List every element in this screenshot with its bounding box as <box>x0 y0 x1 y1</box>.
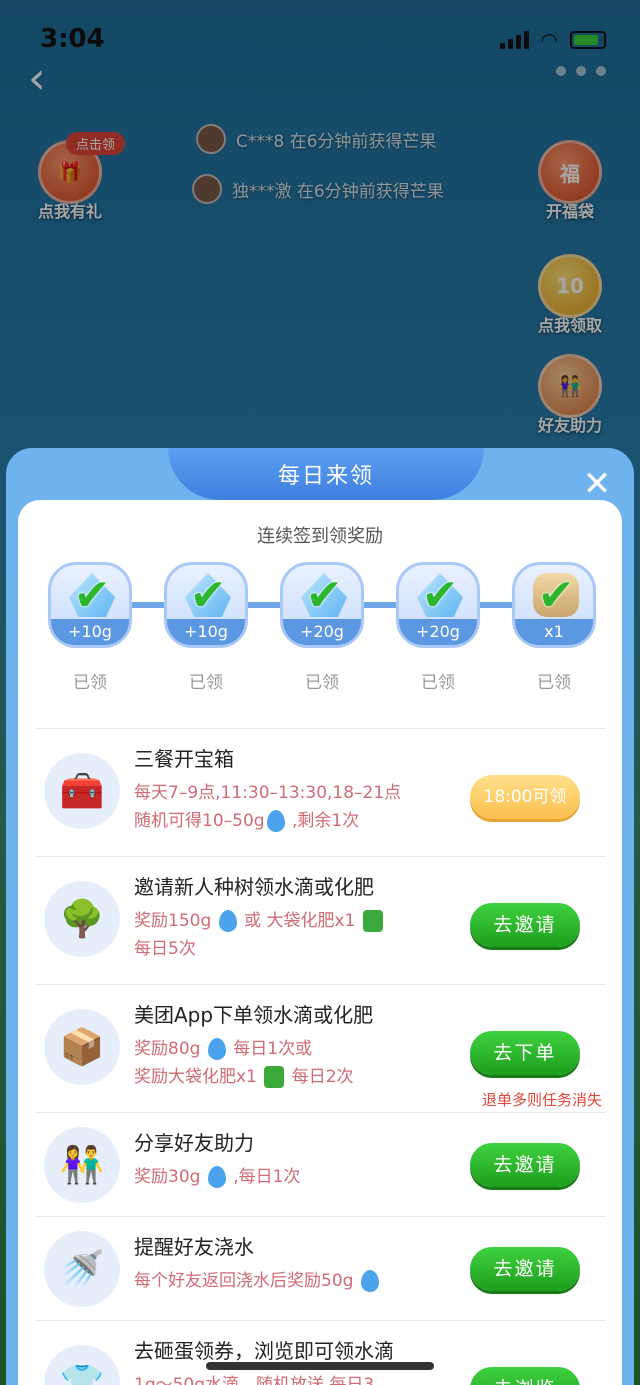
check-icon: ✔ <box>537 570 575 621</box>
task-title: 提醒好友浇水 <box>134 1235 254 1259</box>
home-indicator[interactable] <box>206 1362 434 1370</box>
task-desc-line: 奖励150g 或 大袋化肥x1 <box>134 907 454 935</box>
checkin-amount: +20g <box>399 619 477 645</box>
task-row: 👫 分享好友助力 奖励30g ,每日1次 去邀请 <box>36 1112 606 1216</box>
checkin-status: 已领 <box>537 673 571 693</box>
task-desc-text: 随机可得10–50g <box>134 811 265 831</box>
task-desc-line: 每日5次 <box>134 939 196 959</box>
task-title: 邀请新人种树领水滴或化肥 <box>134 875 374 899</box>
invite-button[interactable]: 去邀请 <box>470 1247 580 1291</box>
treasure-chest-icon: 🧰 <box>44 753 120 829</box>
close-icon[interactable]: ✕ <box>582 467 612 501</box>
task-desc: 奖励30g ,每日1次 <box>134 1163 454 1191</box>
water-drop-icon <box>218 910 237 932</box>
task-note: 退单多则任务消失 <box>481 1091 602 1109</box>
invite-button[interactable]: 去邀请 <box>470 1143 580 1187</box>
task-desc-text: 奖励30g <box>134 1167 201 1187</box>
task-desc-text: 奖励150g <box>134 911 212 931</box>
task-row: 🌳 邀请新人种树领水滴或化肥 奖励150g 或 大袋化肥x1 每日5次 去邀请 <box>36 856 606 984</box>
water-drop-icon <box>360 1270 379 1292</box>
checkin-amount: +10g <box>51 619 129 645</box>
water-drop-icon <box>207 1038 226 1060</box>
friends-icon: 👫 <box>44 1127 120 1203</box>
check-icon: ✔ <box>73 570 111 621</box>
task-desc-line: 每个好友返回浇水后奖励50g <box>134 1267 454 1295</box>
task-desc-text: ,剩余1次 <box>286 811 360 831</box>
checkin-day: ✔ x1 已领 <box>512 562 596 693</box>
water-drop-icon <box>266 810 285 832</box>
task-desc-line: 奖励80g 每日1次或 <box>134 1035 454 1063</box>
task-desc-text: 奖励80g <box>134 1039 201 1059</box>
task-desc: 奖励80g 每日1次或 奖励大袋化肥x1 每日2次 <box>134 1035 454 1091</box>
invite-button[interactable]: 去邀请 <box>470 903 580 947</box>
tree-icon: 🌳 <box>44 881 120 957</box>
checkin-day: ✔ +10g 已领 <box>48 562 132 693</box>
task-desc-line: 奖励大袋化肥x1 每日2次 <box>134 1063 454 1091</box>
task-desc-line: 每天7–9点,11:30–13:30,18–21点 <box>134 783 402 803</box>
task-desc-text: 每个好友返回浇水后奖励50g <box>134 1271 354 1291</box>
browse-button[interactable]: 去浏览 <box>470 1367 580 1385</box>
checkin-day: ✔ +20g 已领 <box>396 562 480 693</box>
task-desc-text: ,每日1次 <box>233 1167 301 1187</box>
checkin-amount: +10g <box>167 619 245 645</box>
water-drop-icon <box>207 1166 226 1188</box>
checkin-status: 已领 <box>421 673 455 693</box>
claim-at-time-button[interactable]: 18:00可领 <box>470 775 580 819</box>
task-desc-text: 每日2次 <box>291 1067 354 1087</box>
daily-rewards-sheet: 每日来领 ✕ 连续签到领奖励 ✔ +10g 已领 ✔ +10g 已领 ✔ +20… <box>6 448 634 1385</box>
sheet-title: 每日来领 <box>277 464 374 489</box>
checkin-day-box: ✔ +10g <box>48 562 132 648</box>
checkin-day-box: ✔ +20g <box>396 562 480 648</box>
watering-can-icon: 🚿 <box>44 1231 120 1307</box>
rewards-panel: 连续签到领奖励 ✔ +10g 已领 ✔ +10g 已领 ✔ +20g 已领 ✔ … <box>18 500 622 1385</box>
task-title: 分享好友助力 <box>134 1131 254 1155</box>
checkin-status: 已领 <box>189 673 223 693</box>
task-row: 📦 美团App下单领水滴或化肥 奖励80g 每日1次或 奖励大袋化肥x1 每日2… <box>36 984 606 1112</box>
checkin-day-box: ✔ x1 <box>512 562 596 648</box>
task-desc-text: 奖励大袋化肥x1 <box>134 1067 257 1087</box>
task-title: 美团App下单领水滴或化肥 <box>134 1003 374 1027</box>
task-desc: 每天7–9点,11:30–13:30,18–21点 随机可得10–50g ,剩余… <box>134 779 454 835</box>
order-button[interactable]: 去下单 <box>470 1031 580 1075</box>
task-row: 🚿 提醒好友浇水 每个好友返回浇水后奖励50g 去邀请 <box>36 1216 606 1320</box>
task-title: 三餐开宝箱 <box>134 747 234 771</box>
meituan-box-icon: 📦 <box>44 1009 120 1085</box>
task-list: 🧰 三餐开宝箱 每天7–9点,11:30–13:30,18–21点 随机可得10… <box>36 728 606 1385</box>
task-desc-text: 每日1次或 <box>233 1039 313 1059</box>
task-row: 👕 去砸蛋领券，浏览即可领水滴 1g～50g水滴，随机放送,每日3 去浏览 <box>36 1320 606 1385</box>
task-desc: 每个好友返回浇水后奖励50g <box>134 1267 454 1295</box>
checkin-title: 连续签到领奖励 <box>257 526 383 547</box>
task-desc-line: 1g～50g水滴，随机放送,每日3 <box>134 1375 375 1385</box>
checkin-status: 已领 <box>73 673 107 693</box>
checkin-amount: +20g <box>283 619 361 645</box>
task-desc: 奖励150g 或 大袋化肥x1 每日5次 <box>134 907 454 963</box>
task-row: 🧰 三餐开宝箱 每天7–9点,11:30–13:30,18–21点 随机可得10… <box>36 728 606 856</box>
task-desc-line: 随机可得10–50g ,剩余1次 <box>134 807 454 835</box>
checkin-day: ✔ +10g 已领 <box>164 562 248 693</box>
checkin-day-box: ✔ +20g <box>280 562 364 648</box>
check-icon: ✔ <box>421 570 459 621</box>
task-desc-text: 或 大袋化肥x1 <box>244 911 356 931</box>
task-desc-line: 奖励30g ,每日1次 <box>134 1163 454 1191</box>
check-icon: ✔ <box>305 570 343 621</box>
vip-shirt-icon: 👕 <box>44 1345 120 1385</box>
checkin-status: 已领 <box>305 673 339 693</box>
checkin-amount: x1 <box>515 619 593 645</box>
fertilizer-bag-icon <box>362 910 383 932</box>
fertilizer-bag-icon <box>264 1066 285 1088</box>
sheet-header: 每日来领 <box>168 448 484 500</box>
checkin-day: ✔ +20g 已领 <box>280 562 364 693</box>
task-desc: 1g～50g水滴，随机放送,每日3 <box>134 1371 454 1385</box>
task-title: 去砸蛋领券，浏览即可领水滴 <box>134 1339 394 1363</box>
check-icon: ✔ <box>189 570 227 621</box>
checkin-day-box: ✔ +10g <box>164 562 248 648</box>
